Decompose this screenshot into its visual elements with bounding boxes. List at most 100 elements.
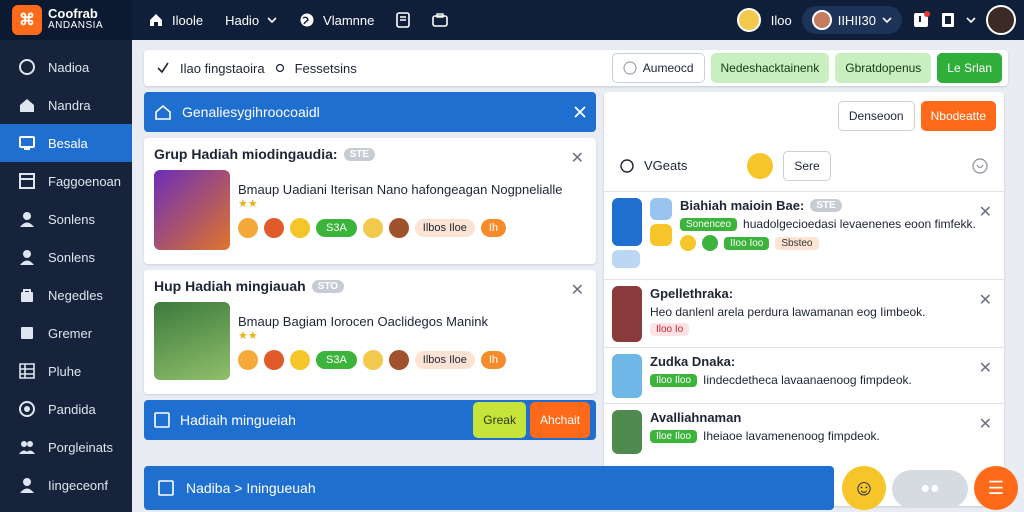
- reward-chip-green[interactable]: S3A: [316, 219, 357, 237]
- list-item[interactable]: Avalliahnaman Iloe Iloo Iheiaoe lavamene…: [604, 404, 1004, 460]
- box-icon: [21, 327, 33, 339]
- check-icon[interactable]: [156, 61, 170, 75]
- reward-chip-orange[interactable]: Ih: [480, 351, 507, 369]
- filter-row: VGeats Sere: [604, 140, 1004, 192]
- user-label-2: IIHII30: [837, 12, 876, 28]
- list-item-chip[interactable]: IIoo Ioo: [724, 236, 770, 250]
- sidebar-item-nadioa[interactable]: Nadioa: [0, 48, 132, 86]
- close-icon[interactable]: ✕: [979, 290, 992, 310]
- toolbar: Ilao fingstaoira Fessetsins Aumeocd Nede…: [144, 50, 1008, 86]
- denseoon-button[interactable]: Denseoon: [837, 101, 915, 131]
- profile-avatar[interactable]: [986, 5, 1016, 35]
- logo-subtitle: ANDANSIA: [48, 20, 104, 31]
- denseoon-label: Denseoon: [848, 109, 904, 123]
- toolbar-nedes-label: Nedeshacktainenk: [720, 61, 820, 75]
- nav-bookmark[interactable]: [396, 12, 411, 28]
- sidebar-item-label: Porgleinats: [48, 439, 114, 455]
- close-icon[interactable]: ✕: [979, 202, 992, 222]
- sidebar-item-gremer[interactable]: Gremer: [0, 314, 132, 352]
- rating-stars-icon: ★★: [238, 198, 258, 210]
- nav-vlamnne[interactable]: Vlamnne: [299, 12, 374, 28]
- document-icon[interactable]: [940, 11, 956, 29]
- app-icon: [612, 250, 640, 268]
- left-panel-title: Genaliesygihroocoaidl: [182, 104, 320, 120]
- reward-chip-peach[interactable]: Ilbos Iloe: [414, 219, 475, 237]
- list-item-tag[interactable]: Iloe Iloo: [650, 429, 698, 443]
- sidebar-item-nandra[interactable]: Nandra: [0, 86, 132, 124]
- user-label-1: Iloo: [770, 12, 792, 28]
- list-item-tag[interactable]: Iloo Io: [650, 323, 690, 336]
- reward-chip-peach[interactable]: Ilbos Iloe: [414, 351, 475, 369]
- star-icon: [264, 218, 284, 238]
- list-item-tag[interactable]: Sonenceo: [680, 217, 738, 231]
- circle-icon: [19, 401, 35, 417]
- reward-card[interactable]: Grup Hadiah miodingaudia: STE ✕ Bmaup Ua…: [144, 138, 596, 264]
- nav-briefcase[interactable]: [432, 13, 449, 27]
- sidebar-item-negedles[interactable]: Negedles: [0, 276, 132, 314]
- briefcase-icon: [432, 13, 449, 27]
- list-item-text: Iindecdetheca lavaanaenoog fimpdeok.: [703, 373, 912, 387]
- left-panel: Genaliesygihroocoaidl Grup Hadiah miodin…: [144, 92, 596, 440]
- radio-icon[interactable]: [620, 158, 634, 173]
- close-icon[interactable]: ✕: [571, 148, 584, 168]
- list-item-chip-2[interactable]: Sbsteo: [775, 236, 819, 250]
- list-item[interactable]: Biahiah maioin Bae: STE Sonenceo huadolg…: [604, 192, 1004, 280]
- nav-home[interactable]: Iloole: [148, 12, 203, 28]
- circle-icon: [19, 59, 35, 75]
- greak-button[interactable]: Greak: [473, 402, 526, 438]
- close-icon[interactable]: ✕: [571, 280, 584, 300]
- notification-icon[interactable]: [912, 11, 930, 29]
- status-badge: STE: [810, 199, 842, 212]
- sidebar-item-label: Nandra: [48, 97, 91, 113]
- sidebar-item-pandida[interactable]: Pandida: [0, 390, 132, 428]
- reward-chip-green[interactable]: S3A: [316, 351, 357, 369]
- toolbar-left-label-2[interactable]: Fessetsins: [295, 61, 357, 76]
- globe-icon: [299, 12, 315, 28]
- nbodeatte-button[interactable]: Nbodeatte: [920, 101, 996, 131]
- toolbar-nedes-button[interactable]: Nedeshacktainenk: [710, 53, 830, 83]
- home-icon: [20, 99, 34, 112]
- bottom-bar[interactable]: Nadiba > Iningueuah: [144, 466, 834, 510]
- list-item[interactable]: Gpellethraka: Heo danlenl arela perdura …: [604, 280, 1004, 348]
- sidebar-item-sonlens-1[interactable]: Sonlens: [0, 200, 132, 238]
- toolbar-gbrat-button[interactable]: Gbratdopenus: [835, 53, 932, 83]
- close-icon[interactable]: ✕: [979, 358, 992, 378]
- avatar[interactable]: [736, 8, 761, 32]
- ahchait-button[interactable]: Ahchait: [529, 402, 590, 438]
- pause-toggle[interactable]: ●●: [892, 470, 968, 508]
- sere-button[interactable]: Sere: [783, 150, 831, 181]
- toolbar-le-srlan-button[interactable]: Le Srlan: [937, 53, 1002, 83]
- user-icon: [20, 212, 34, 227]
- radio-icon[interactable]: [275, 63, 285, 73]
- emoji-icon: [747, 152, 774, 179]
- list-item[interactable]: Zudka Dnaka: Iloo Iloo Iindecdetheca lav…: [604, 348, 1004, 404]
- reward-card[interactable]: Hup Hadiah mingiauah STO ✕ Bmaup Bagiam …: [144, 270, 596, 394]
- sidebar-item-label: Besala: [48, 135, 88, 151]
- nav-hadio[interactable]: Hadio: [225, 13, 277, 28]
- sidebar-item-iingeceonf[interactable]: Iingeceonf: [0, 466, 132, 504]
- emoji-icon: [362, 350, 383, 370]
- toolbar-aumeocd-button[interactable]: Aumeocd: [611, 53, 705, 83]
- menu-button[interactable]: ☰: [974, 466, 1018, 510]
- emoji-icon: [702, 235, 718, 251]
- close-icon[interactable]: [574, 106, 586, 118]
- sidebar-item-besala[interactable]: Besala: [0, 124, 132, 162]
- grid-icon: [19, 363, 35, 379]
- chevron-down-icon[interactable]: [966, 15, 976, 25]
- logo[interactable]: ⌘ Coofrab ANDANSIA: [0, 0, 132, 40]
- toolbar-left-label[interactable]: Ilao fingstaoira: [180, 61, 265, 76]
- heart-icon[interactable]: [972, 157, 988, 174]
- list-item-tag[interactable]: Iloo Iloo: [650, 373, 698, 387]
- sidebar-item-sonlens-2[interactable]: Sonlens: [0, 238, 132, 276]
- sidebar-item-faggoenoan[interactable]: Faggoenoan: [0, 162, 132, 200]
- sidebar-item-pluhe[interactable]: Pluhe: [0, 352, 132, 390]
- logo-icon: ⌘: [12, 5, 42, 35]
- user-menu[interactable]: IIHII30: [801, 6, 902, 34]
- section-header: Hadiaih mingueiah Greak Ahchait: [144, 400, 596, 440]
- top-bar: ⌘ Coofrab ANDANSIA Iloole Hadio Vlamnne: [0, 0, 1024, 40]
- close-icon[interactable]: ✕: [979, 414, 992, 434]
- sidebar-item-label: Faggoenoan: [48, 173, 122, 189]
- reward-chip-orange[interactable]: Ih: [480, 219, 507, 237]
- sidebar-item-porgleinats[interactable]: Porgleinats: [0, 428, 132, 466]
- emoji-button[interactable]: ☺: [842, 466, 886, 510]
